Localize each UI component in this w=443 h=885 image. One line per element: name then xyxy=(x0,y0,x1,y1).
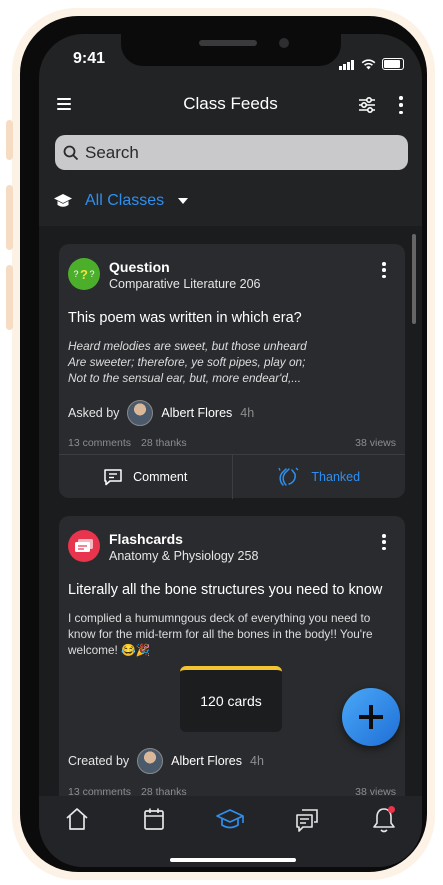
card-type: Question xyxy=(109,259,170,275)
home-indicator[interactable] xyxy=(170,858,296,862)
avatar[interactable] xyxy=(137,748,164,774)
byline-prefix: Asked by xyxy=(68,406,120,420)
body-line: I complied a humumngous deck of everythi… xyxy=(68,611,371,625)
class-filter-label: All Classes xyxy=(85,192,165,209)
card-more-icon[interactable] xyxy=(381,262,387,278)
body-line: Not to the sensual ear, but, more endear… xyxy=(68,371,302,385)
card-title: Literally all the bone structures you ne… xyxy=(68,582,383,598)
comment-button[interactable]: Comment xyxy=(59,455,232,499)
author-name[interactable]: Albert Flores xyxy=(171,754,242,768)
camera xyxy=(279,38,289,48)
more-options-icon[interactable] xyxy=(398,96,404,114)
search-input[interactable]: Search xyxy=(55,135,408,170)
card-actions: Comment Thanked xyxy=(59,454,405,499)
tab-classes[interactable] xyxy=(192,796,269,867)
graduation-cap-icon xyxy=(54,194,72,207)
clapping-hands-icon xyxy=(278,467,299,486)
calendar-icon xyxy=(144,808,164,830)
comment-label: Comment xyxy=(133,470,188,484)
tab-messages[interactable] xyxy=(269,796,346,867)
comment-icon xyxy=(104,469,122,486)
card-body: Heard melodies are sweet, but those unhe… xyxy=(68,338,398,386)
card-body: I complied a humumngous deck of everythi… xyxy=(68,610,398,658)
card-type: Flashcards xyxy=(109,531,183,547)
status-icons xyxy=(339,52,404,70)
card-course: Anatomy & Physiology 258 xyxy=(109,549,259,563)
class-filter-dropdown[interactable]: All Classes xyxy=(53,192,189,210)
svg-text:?: ? xyxy=(73,269,78,279)
card-stats: 13 comments 28 thanks 38 views xyxy=(68,437,396,449)
thanked-button[interactable]: Thanked xyxy=(231,455,406,499)
notch xyxy=(121,34,341,66)
tab-notifications[interactable] xyxy=(345,796,422,867)
app-bar: Class Feeds xyxy=(39,86,422,126)
chevron-down-icon xyxy=(178,198,189,204)
card-title: This poem was written in which era? xyxy=(68,310,302,326)
flashcards-icon xyxy=(68,530,100,562)
classes-icon xyxy=(216,809,245,829)
tab-bar xyxy=(39,796,422,867)
filter-icon[interactable] xyxy=(358,96,376,114)
body-line: know for the mid-term for all the bones … xyxy=(68,627,373,641)
signal-icon xyxy=(339,52,355,70)
device-button xyxy=(6,185,13,250)
byline-prefix: Created by xyxy=(68,754,130,768)
comment-count: 13 comments xyxy=(68,437,132,449)
screen: 9:41 Class Feeds Search All Classes ? ? … xyxy=(39,34,422,867)
flashcard-deck[interactable]: 120 cards xyxy=(180,666,282,732)
deck-count: 120 cards xyxy=(200,693,262,709)
add-post-button[interactable] xyxy=(342,688,400,746)
battery-icon xyxy=(382,58,404,70)
author-name[interactable]: Albert Flores xyxy=(161,406,232,420)
body-line: Are sweeter; therefore, ye soft pipes, p… xyxy=(68,355,306,369)
card-byline: Created by Albert Flores 4h xyxy=(68,748,264,774)
avatar[interactable] xyxy=(127,400,154,426)
device-button xyxy=(6,265,13,330)
search-icon xyxy=(63,145,79,160)
speaker xyxy=(199,40,257,46)
post-age: 4h xyxy=(250,754,264,768)
home-icon xyxy=(66,808,88,830)
device-button xyxy=(6,120,13,160)
scrollbar[interactable] xyxy=(412,234,416,324)
body-line: Heard melodies are sweet, but those unhe… xyxy=(68,339,307,353)
tab-home[interactable] xyxy=(39,796,116,867)
card-more-icon[interactable] xyxy=(381,534,387,550)
question-icon: ??? xyxy=(68,258,100,290)
wifi-icon xyxy=(361,59,376,70)
svg-text:?: ? xyxy=(80,267,88,282)
feed-card-question[interactable]: ??? Question Comparative Literature 206 … xyxy=(59,244,405,499)
messages-icon xyxy=(296,809,318,832)
svg-text:?: ? xyxy=(89,269,94,279)
tab-calendar[interactable] xyxy=(116,796,193,867)
card-course: Comparative Literature 206 xyxy=(109,277,261,291)
card-byline: Asked by Albert Flores 4h xyxy=(68,400,254,426)
post-age: 4h xyxy=(240,406,255,420)
search-placeholder: Search xyxy=(85,142,139,162)
view-count: 38 views xyxy=(355,437,396,449)
thanked-label: Thanked xyxy=(311,470,361,484)
body-line: welcome! 😂🎉 xyxy=(68,643,151,657)
thanks-count: 28 thanks xyxy=(141,437,187,449)
status-time: 9:41 xyxy=(73,50,106,67)
feed-card-flashcards[interactable]: Flashcards Anatomy & Physiology 258 Lite… xyxy=(59,516,405,816)
